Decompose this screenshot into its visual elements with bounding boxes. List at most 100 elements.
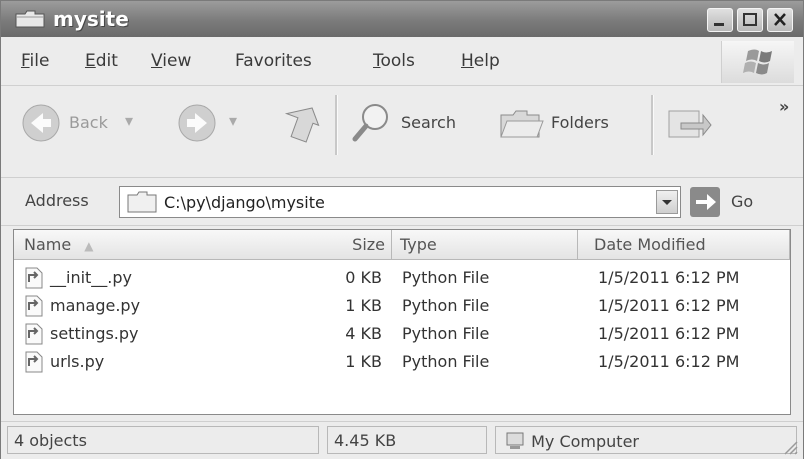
column-header-name-label: Name [24,235,72,254]
menu-file[interactable]: File [21,51,49,71]
forward-button[interactable]: ▾ [177,103,247,143]
close-button[interactable] [767,8,793,32]
chevron-down-icon [662,200,672,205]
status-objects-label: 4 objects [14,431,87,450]
folder-icon [15,10,45,28]
menu-view[interactable]: View [151,51,191,71]
table-row[interactable]: manage.py 1 KB Python File 1/5/2011 6:12… [14,292,790,322]
table-row[interactable]: settings.py 4 KB Python File 1/5/2011 6:… [14,320,790,350]
explorer-window: mysite File Edit View Favorites Tools He… [0,0,804,459]
menu-help[interactable]: Help [461,51,500,71]
menu-tools[interactable]: Tools [373,51,415,71]
my-computer-icon [506,432,524,449]
python-file-icon [25,323,43,345]
minimize-icon [714,23,724,26]
search-button[interactable]: Search [347,99,477,145]
maximize-button[interactable] [737,8,763,32]
go-button[interactable]: Go [689,186,785,218]
column-header-type[interactable]: Type [392,230,578,260]
address-label: Address [25,191,89,210]
file-type: Python File [402,352,490,371]
windows-logo [721,41,794,83]
menu-view-label: iew [162,51,192,71]
menu-help-accel: H [461,51,474,71]
go-label: Go [731,192,754,211]
file-type: Python File [402,296,490,315]
file-date: 1/5/2011 6:12 PM [598,324,740,343]
file-name: manage.py [50,296,141,315]
menu-file-accel: F [21,51,30,71]
file-list[interactable]: Name ▲ Size Type Date Modified __init__.… [13,229,791,415]
search-label: Search [401,113,456,132]
go-arrow-icon [690,187,720,217]
address-bar: Address C:\py\django\mysite Go [1,179,803,226]
up-folder-button[interactable] [277,99,323,143]
address-input[interactable]: C:\py\django\mysite [119,186,681,218]
status-location-label: My Computer [531,432,639,451]
file-size: 0 KB [345,268,382,287]
menu-tools-accel: T [373,51,381,71]
file-name: urls.py [50,352,105,371]
column-header-size-label: Size [352,235,385,254]
forward-dropdown-icon[interactable]: ▾ [229,111,237,130]
address-dropdown[interactable] [656,190,678,214]
up-folder-icon [284,107,320,143]
toolbar-chevron[interactable]: » [779,97,789,116]
resize-grip-icon[interactable] [781,438,799,456]
file-date: 1/5/2011 6:12 PM [598,296,740,315]
folders-button[interactable]: Folders [497,99,637,145]
file-type: Python File [402,324,490,343]
column-header-date[interactable]: Date Modified [578,230,790,260]
back-dropdown-icon[interactable]: ▾ [125,111,133,130]
menu-edit[interactable]: Edit [85,51,118,71]
menu-tools-label: ools [380,51,415,71]
back-label: Back [69,113,108,132]
menu-bar: File Edit View Favorites Tools Help [1,41,803,86]
folders-label: Folders [551,113,609,132]
table-row[interactable]: __init__.py 0 KB Python File 1/5/2011 6:… [14,264,790,294]
file-date: 1/5/2011 6:12 PM [598,352,740,371]
move-to-icon [668,110,712,138]
python-file-icon [25,351,43,373]
file-size: 1 KB [345,352,382,371]
sort-ascending-icon: ▲ [84,239,94,253]
table-row[interactable]: urls.py 1 KB Python File 1/5/2011 6:12 P… [14,348,790,378]
menu-edit-accel: E [85,51,96,71]
python-file-icon [25,267,43,289]
back-arrow-icon [22,104,60,142]
toolbar-separator [651,95,654,155]
status-bar: 4 objects 4.45 KB My Computer [1,421,803,459]
toolbar-separator [335,95,338,155]
minimize-button[interactable] [707,8,733,32]
standard-toolbar: Back ▾ ▾ Search Folders » [1,87,803,178]
column-header-date-label: Date Modified [594,235,706,254]
close-icon [774,13,786,26]
column-header-size[interactable]: Size [248,230,392,260]
windows-flag-icon [743,49,772,75]
status-size-label: 4.45 KB [334,431,397,450]
file-date: 1/5/2011 6:12 PM [598,268,740,287]
back-button[interactable]: Back ▾ [21,103,151,143]
menu-edit-label: dit [95,51,118,71]
menu-favorites[interactable]: Favorites [235,51,312,71]
folders-icon [500,110,544,138]
python-file-icon [25,295,43,317]
title-bar[interactable]: mysite [1,1,803,37]
maximize-icon [743,13,757,26]
menu-help-label: elp [473,51,500,71]
status-object-count: 4 objects [7,426,319,454]
file-size: 1 KB [345,296,382,315]
file-size: 4 KB [345,324,382,343]
file-name: settings.py [50,324,139,343]
status-zone: My Computer [495,426,797,454]
window-title: mysite [53,7,129,31]
column-header-type-label: Type [400,235,437,254]
forward-arrow-icon [178,104,216,142]
menu-view-accel: V [151,51,163,71]
menu-file-label: ile [29,51,50,71]
file-name: __init__.py [50,268,133,287]
move-to-button[interactable] [663,101,713,145]
file-type: Python File [402,268,490,287]
menu-favorites-label: Favorites [235,51,312,71]
status-total-size: 4.45 KB [327,426,487,454]
